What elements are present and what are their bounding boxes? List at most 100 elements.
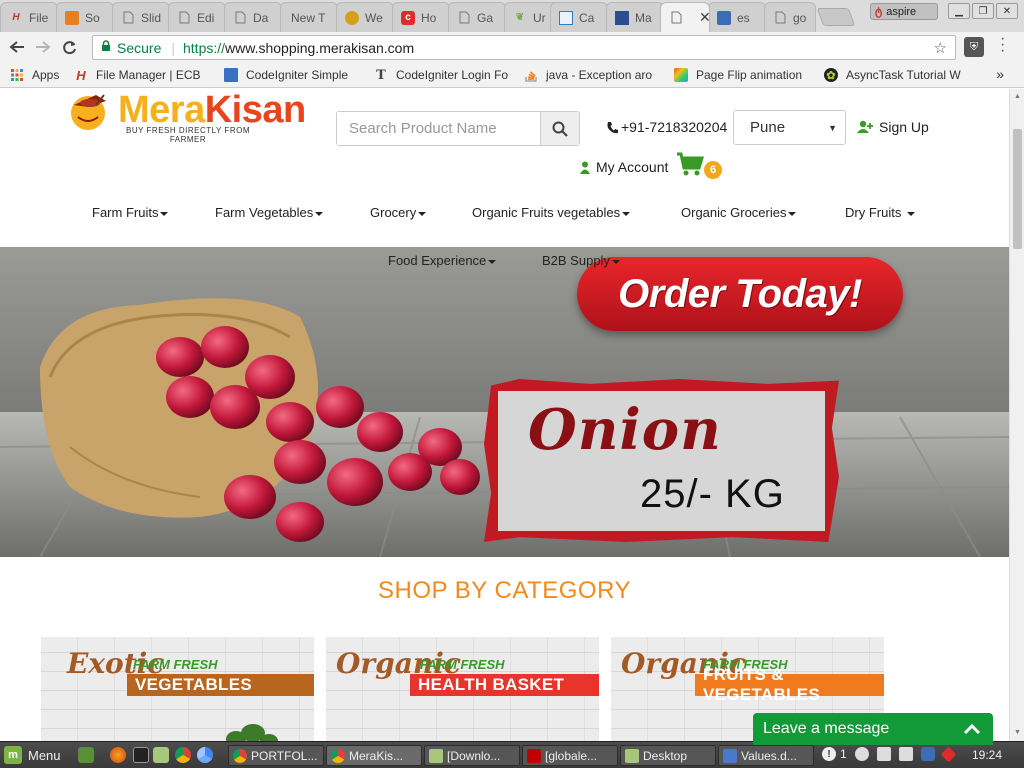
browser-tab[interactable]: We [336,2,394,32]
nav-organic-fruits-vegetables[interactable]: Organic Fruits vegetables [472,205,631,220]
tab-title: Ma [635,10,652,25]
shield-tray-icon[interactable] [920,747,935,761]
city-select[interactable]: Pune ▼ [733,110,846,145]
tab-title: Ca [579,10,595,25]
system-tray: ! 1 [822,746,956,762]
merakisan-logo[interactable]: MeraKisan BUY FRESH DIRECTLY FROM FARMER [66,89,326,149]
taskbar-item[interactable]: [Downlo... [424,745,520,766]
update-alert-icon[interactable]: ! [822,747,836,761]
hero-banner[interactable]: Order Today! Onion 25/- KG [0,247,1009,557]
files-icon[interactable] [153,747,169,763]
caret-down-icon [622,211,631,216]
taskbar-item[interactable]: Desktop [620,745,716,766]
red-diamond-tray-icon[interactable] [940,746,956,762]
category-card-exotic-vegetables[interactable]: Exotic FARM FRESH VEGETABLES [41,637,314,741]
nav-b2b-supply[interactable]: B2B Supply [542,253,620,268]
firefox-icon[interactable] [110,747,126,763]
order-today-button[interactable]: Order Today! [577,257,903,331]
browser-tab[interactable]: Edi [168,2,226,32]
cart-button[interactable]: 6 [676,151,726,181]
bookmark-apps[interactable]: Apps [10,67,59,83]
document-icon [121,11,135,25]
forward-button[interactable] [30,34,56,60]
scrollbar-thumb[interactable] [1013,129,1022,249]
browser-tab[interactable]: go [764,2,816,32]
browser-tab[interactable]: H File [0,2,58,32]
extension-icon[interactable]: ⛨ [964,37,984,57]
nav-farm-vegetables[interactable]: Farm Vegetables [215,205,324,220]
bookmark-item[interactable]: java - Exception aro [524,67,662,83]
close-window-button[interactable]: ✕ [996,3,1018,19]
category-card-health-basket[interactable]: Organic FARM FRESH HEALTH BASKET [326,637,599,741]
browser-tab[interactable]: New T [280,2,338,32]
scroll-down-arrow-icon[interactable]: ▼ [1014,729,1021,736]
tools-tray-icon[interactable] [876,747,891,761]
bookmark-item[interactable]: CodeIgniter Simple [224,67,362,83]
folder-icon [625,748,639,763]
bookmark-item[interactable]: Page Flip animation [674,67,812,83]
taskbar-item[interactable]: Values.d... [718,745,814,766]
nav-grocery[interactable]: Grocery [370,205,427,220]
category-tag: FARM FRESH [133,657,218,672]
phone-number: +91-7218320204 [621,119,728,135]
contact-phone[interactable]: +91-7218320204 [606,119,727,135]
browser-tab[interactable]: Slid [112,2,170,32]
browser-tab[interactable]: Ca [550,2,608,32]
browser-tab[interactable]: Da [224,2,282,32]
minimize-button[interactable]: ▁ [948,3,970,19]
add-user-icon [857,120,873,133]
sign-up-link[interactable]: Sign Up [857,119,929,135]
user-tray-icon[interactable] [854,747,869,761]
android-icon: ✿ [824,68,838,82]
show-desktop-icon[interactable] [78,747,94,763]
close-tab-icon[interactable]: ✕ [699,9,709,26]
browser-tab-active[interactable]: ✕ [660,2,710,32]
maximize-button[interactable]: ❐ [972,3,994,19]
nav-food-experience[interactable]: Food Experience [388,253,497,268]
folder-icon [429,748,443,763]
web-page: MeraKisan BUY FRESH DIRECTLY FROM FARMER… [0,89,1009,741]
stackoverflow-icon [524,68,538,82]
profile-button[interactable]: ტ aspire [870,3,938,20]
page-scrollbar[interactable]: ▲ ▼ [1009,89,1024,741]
terminal-icon[interactable] [133,747,149,763]
leaves-illustration [226,724,278,741]
nav-organic-groceries[interactable]: Organic Groceries [681,205,797,220]
search-input[interactable] [337,112,540,145]
leave-message-widget[interactable]: Leave a message [753,713,993,745]
taskbar-item[interactable]: PORTFOL... [228,745,324,766]
caret-down-icon [788,211,797,216]
address-bar[interactable]: Secure | https:// www.shopping.merakisan… [92,35,956,60]
back-button[interactable] [4,34,30,60]
network-tray-icon[interactable] [898,747,913,761]
browser-tab[interactable]: So [56,2,114,32]
tab-title: Da [253,10,269,25]
nav-farm-fruits[interactable]: Farm Fruits [92,205,169,220]
reload-button[interactable] [56,34,82,60]
browser-menu-icon[interactable]: · · · [1000,31,1005,59]
bookmark-star-icon[interactable]: ☆ [934,39,947,57]
taskbar-item-active[interactable]: MeraKis... [326,745,422,766]
start-menu-button[interactable]: m Menu [4,746,61,764]
browser-tab[interactable]: c Ho [392,2,450,32]
browser-tab[interactable]: es [708,2,766,32]
chrome-icon[interactable] [175,747,191,763]
system-clock[interactable]: 19:24 [972,748,1002,762]
scroll-up-arrow-icon[interactable]: ▲ [1014,93,1021,100]
bookmark-item[interactable]: T CodeIgniter Login Fo [374,67,512,83]
tab-title: Ga [477,10,494,25]
bookmark-item[interactable]: H File Manager | ECB [74,67,212,83]
browser-tab[interactable]: Ga [448,2,506,32]
tab-title: So [85,10,100,25]
new-tab-button[interactable] [816,8,856,26]
nav-dry-fruits[interactable]: Dry Fruits [845,205,916,220]
bookmark-item[interactable]: ✿ AsyncTask Tutorial W [824,67,964,83]
my-account-link[interactable]: My Account [580,159,668,175]
taskbar-item[interactable]: [globale... [522,745,618,766]
dropdown-arrow-icon: ▼ [828,122,837,133]
browser-tab[interactable]: Ma [606,2,664,32]
search-button[interactable] [540,112,579,145]
document-icon [669,11,683,25]
bookmarks-overflow-button[interactable]: » [996,66,1004,82]
chromium-icon[interactable] [197,747,213,763]
